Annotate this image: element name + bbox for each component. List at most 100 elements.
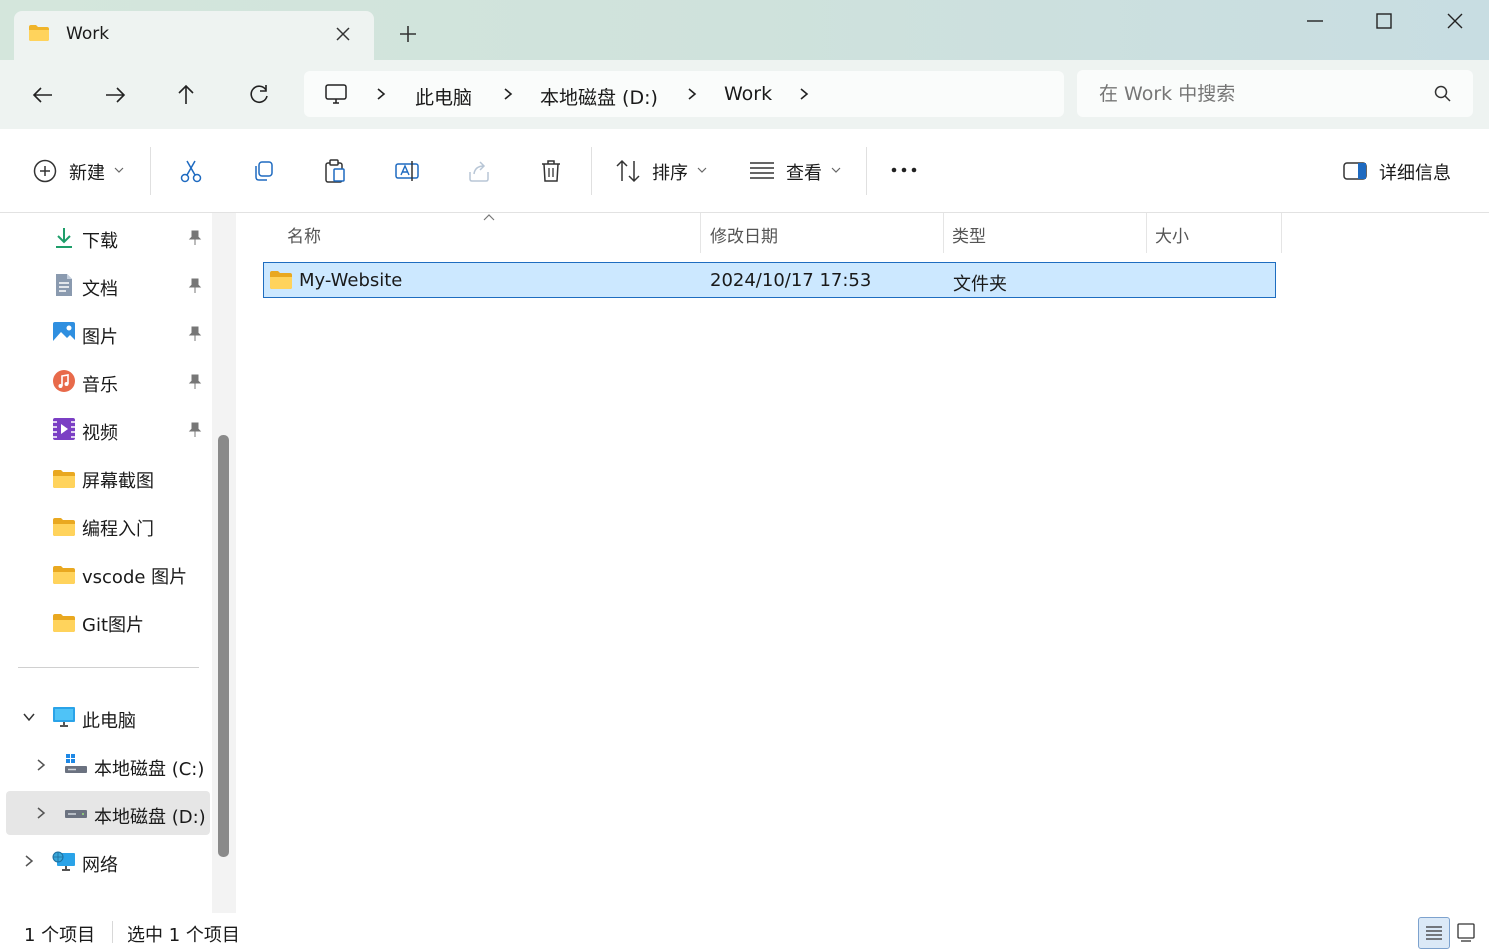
- sidebar-item-label: 屏幕截图: [82, 471, 154, 492]
- up-arrow-icon[interactable]: [173, 82, 199, 108]
- address-bar[interactable]: 此电脑 本地磁盘 (D:) Work: [304, 71, 1064, 117]
- folder-icon: [53, 470, 75, 488]
- back-arrow-icon[interactable]: [30, 82, 56, 108]
- command-bar: 新建 排序 查看 详细信息: [0, 129, 1489, 213]
- column-header-name[interactable]: 名称: [287, 222, 321, 247]
- chevron-down-icon: [831, 167, 841, 173]
- column-header-type[interactable]: 类型: [952, 222, 986, 247]
- search-icon[interactable]: [1433, 84, 1453, 104]
- sidebar-item-downloads[interactable]: 下载: [6, 215, 210, 259]
- sidebar-item-pictures[interactable]: 图片: [6, 311, 210, 355]
- sidebar-item-label: 编程入门: [82, 519, 154, 540]
- sidebar-item-drive-c[interactable]: 本地磁盘 (C:): [6, 743, 210, 787]
- file-modified-date: 2024/10/17 17:53: [710, 270, 872, 291]
- pictures-icon: [53, 322, 75, 344]
- pin-icon[interactable]: [188, 278, 202, 294]
- sidebar-item-music[interactable]: 音乐: [6, 359, 210, 403]
- chevron-down-icon[interactable]: [22, 710, 36, 724]
- sidebar-item-label: 本地磁盘 (C:): [94, 759, 205, 780]
- chevron-right-icon[interactable]: [499, 84, 517, 104]
- tab-work[interactable]: Work: [14, 11, 374, 60]
- sidebar-item-videos[interactable]: 视频: [6, 407, 210, 451]
- folder-icon: [53, 566, 75, 584]
- close-window-icon[interactable]: [1440, 8, 1470, 34]
- sidebar-item-programming-intro[interactable]: 编程入门: [6, 503, 210, 547]
- maximize-icon[interactable]: [1369, 8, 1399, 34]
- chevron-right-icon[interactable]: [795, 84, 813, 104]
- details-view-button[interactable]: [1418, 917, 1450, 949]
- chevron-right-icon[interactable]: [683, 84, 701, 104]
- sidebar-item-this-pc[interactable]: 此电脑: [6, 695, 210, 739]
- minimize-icon[interactable]: [1300, 8, 1330, 34]
- new-button[interactable]: 新建: [22, 129, 137, 212]
- paste-button[interactable]: [316, 129, 354, 212]
- refresh-icon[interactable]: [246, 82, 272, 108]
- sidebar-item-label: 网络: [82, 855, 118, 876]
- search-box[interactable]: [1077, 70, 1473, 117]
- pin-icon[interactable]: [188, 374, 202, 390]
- delete-button[interactable]: [532, 129, 570, 212]
- large-icons-view-button[interactable]: [1452, 917, 1482, 947]
- plus-circle-icon: [33, 159, 57, 183]
- forward-arrow-icon[interactable]: [102, 82, 128, 108]
- sidebar-scrollbar-thumb[interactable]: [218, 435, 229, 857]
- column-divider[interactable]: [700, 213, 701, 253]
- system-drive-icon: [65, 754, 87, 773]
- large-icons-view-icon: [1457, 923, 1475, 942]
- download-icon: [56, 228, 72, 248]
- copy-icon: [255, 161, 273, 181]
- breadcrumb-drive-d[interactable]: 本地磁盘 (D:): [540, 83, 658, 110]
- details-pane-button[interactable]: 详细信息: [1334, 129, 1464, 212]
- share-button[interactable]: [460, 129, 498, 212]
- pin-icon[interactable]: [188, 326, 202, 342]
- sidebar-item-drive-d[interactable]: 本地磁盘 (D:): [6, 791, 210, 835]
- sidebar-item-label: 音乐: [82, 375, 118, 396]
- pin-icon[interactable]: [188, 230, 202, 246]
- sidebar-item-documents[interactable]: 文档: [6, 263, 210, 307]
- column-header-modified[interactable]: 修改日期: [710, 222, 778, 247]
- breadcrumb-work[interactable]: Work: [724, 83, 772, 105]
- file-row-my-website[interactable]: My-Website 2024/10/17 17:53 文件夹: [263, 262, 1276, 298]
- sort-button[interactable]: 排序: [606, 129, 716, 212]
- column-divider[interactable]: [943, 213, 944, 253]
- video-icon: [53, 418, 75, 440]
- close-tab-icon[interactable]: [332, 23, 354, 45]
- details-pane-icon: [1343, 162, 1367, 180]
- navigation-pane: 下载 文档 图片 音乐 视频 屏幕截图 编程入门 vscode 图片 Git图片…: [0, 213, 238, 913]
- chevron-right-icon[interactable]: [372, 84, 390, 104]
- sidebar-divider: [18, 667, 199, 668]
- column-divider[interactable]: [1281, 213, 1282, 253]
- new-tab-icon[interactable]: [396, 22, 420, 46]
- drive-icon: [65, 810, 87, 818]
- sort-ascending-icon: [483, 214, 495, 221]
- pin-icon[interactable]: [188, 422, 202, 438]
- copy-button[interactable]: [244, 129, 282, 212]
- sidebar-item-network[interactable]: 网络: [6, 839, 210, 883]
- rename-button[interactable]: [388, 129, 426, 212]
- sort-icon: [616, 159, 640, 183]
- sidebar-item-screenshots[interactable]: 屏幕截图: [6, 455, 210, 499]
- sort-button-label: 排序: [652, 163, 688, 184]
- tab-title: Work: [66, 24, 110, 44]
- list-view-icon: [750, 162, 774, 179]
- chevron-right-icon[interactable]: [34, 806, 48, 820]
- details-pane-label: 详细信息: [1379, 163, 1451, 184]
- search-input[interactable]: [1077, 70, 1439, 117]
- more-options-button[interactable]: [884, 129, 924, 212]
- column-header-size[interactable]: 大小: [1155, 222, 1189, 247]
- computer-icon[interactable]: [324, 82, 348, 106]
- column-divider[interactable]: [1146, 213, 1147, 253]
- chevron-right-icon[interactable]: [34, 758, 48, 772]
- sidebar-item-label: 此电脑: [82, 711, 136, 732]
- chevron-right-icon[interactable]: [22, 854, 36, 868]
- sidebar-item-label: 图片: [82, 327, 118, 348]
- paste-icon: [325, 159, 345, 183]
- status-divider: [112, 921, 113, 943]
- share-icon: [469, 161, 489, 182]
- sidebar-item-vscode-pictures[interactable]: vscode 图片: [6, 551, 210, 595]
- new-button-label: 新建: [69, 163, 105, 184]
- view-button[interactable]: 查看: [740, 129, 850, 212]
- sidebar-item-git-pictures[interactable]: Git图片: [6, 599, 210, 643]
- cut-button[interactable]: [172, 129, 210, 212]
- breadcrumb-this-pc[interactable]: 此电脑: [415, 83, 472, 110]
